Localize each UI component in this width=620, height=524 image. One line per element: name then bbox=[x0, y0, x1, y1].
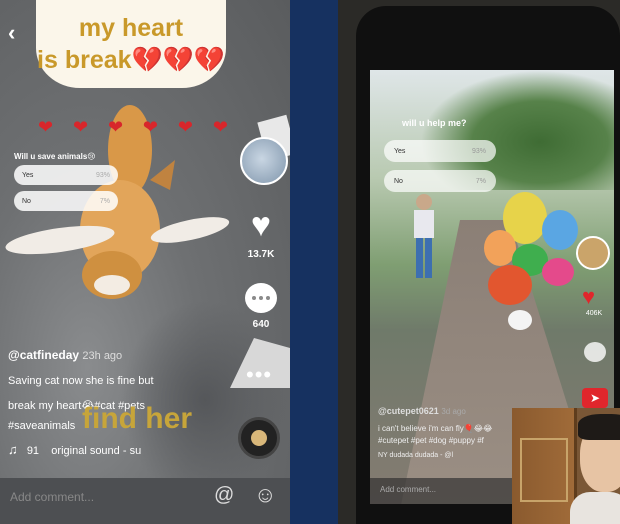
add-comment-input[interactable]: Add comment... bbox=[10, 490, 94, 504]
poll-option-percent: 93% bbox=[471, 147, 486, 155]
poll-option-no[interactable]: No 7% bbox=[14, 191, 118, 211]
like-count: 406K bbox=[585, 310, 603, 317]
music-title: original sound - su bbox=[51, 445, 142, 457]
creator-avatar[interactable] bbox=[240, 137, 288, 185]
like-heart-icon[interactable]: ♥ bbox=[243, 208, 279, 242]
heart-icon: ❤ bbox=[38, 117, 54, 137]
person-hair bbox=[578, 414, 620, 440]
poll-option-label: Yes bbox=[394, 147, 406, 155]
divider bbox=[290, 0, 338, 524]
cabinet-panel bbox=[520, 438, 568, 502]
emoji-icon[interactable]: ☺ bbox=[254, 482, 276, 508]
heart-icon: ❤ bbox=[107, 117, 124, 137]
music-note-icon: ♫ bbox=[8, 442, 18, 457]
music-line[interactable]: ♫ 91 original sound - su bbox=[8, 442, 141, 457]
poll-option-label: No bbox=[22, 197, 31, 205]
poll-option-percent: 7% bbox=[99, 197, 110, 205]
comment-icon[interactable] bbox=[245, 283, 277, 313]
username[interactable]: @catfineday bbox=[8, 348, 79, 362]
person-image bbox=[414, 194, 434, 278]
description-line: i can't believe i'm can fly🎈😂😂 bbox=[378, 424, 493, 433]
poll-option-no[interactable]: No 7% bbox=[384, 170, 496, 192]
poll-question: will u help me? bbox=[402, 118, 467, 128]
username[interactable]: @cutepet0621 bbox=[378, 406, 439, 416]
hearts-sticker: ❤ ❤ ❤ ❤ ❤ ❤ bbox=[38, 117, 228, 138]
username-line[interactable]: @catfineday 23h ago bbox=[8, 348, 122, 362]
poll-option-yes[interactable]: Yes 93% bbox=[384, 140, 496, 162]
back-chevron-icon[interactable]: ‹ bbox=[8, 20, 15, 46]
caption-sticker: my heart is break💔💔💔 bbox=[36, 0, 226, 88]
person-body bbox=[570, 492, 620, 524]
share-icon[interactable]: ➤ bbox=[582, 388, 608, 408]
music-count: 91 bbox=[26, 445, 40, 457]
overlay-text: find her bbox=[82, 402, 192, 435]
mention-at-icon[interactable]: @ bbox=[214, 484, 234, 507]
comment-count: 640 bbox=[252, 319, 270, 330]
left-video-panel: ‹ my heart is break💔💔💔 ❤ ❤ ❤ ❤ ❤ ❤ Will … bbox=[0, 0, 290, 524]
heart-icon: ❤ bbox=[177, 117, 193, 137]
description-line: #cutepet #pet #dog #puppy #f bbox=[378, 436, 484, 445]
ground-shadow bbox=[120, 300, 290, 500]
like-heart-icon[interactable]: ♥ bbox=[582, 284, 595, 310]
heart-icon: ❤ bbox=[212, 117, 228, 137]
poll-option-label: No bbox=[394, 177, 403, 185]
comment-bar[interactable]: Add comment... @ ☺ bbox=[0, 478, 290, 524]
music-line[interactable]: NY dudada dudada - @l bbox=[378, 452, 453, 459]
description-line: Saving cat now she is fine but bbox=[8, 375, 154, 387]
cabinet bbox=[512, 408, 577, 524]
poll-option-percent: 93% bbox=[95, 171, 110, 179]
webcam-overlay bbox=[512, 408, 620, 524]
poll-question: Will u save animals😢 bbox=[14, 152, 96, 161]
more-dots-icon[interactable]: ••• bbox=[246, 362, 272, 388]
poll-sticker: Will u save animals😢 Yes 93% No 7% bbox=[14, 152, 118, 217]
creator-avatar[interactable] bbox=[576, 236, 610, 270]
heart-icon: ❤ bbox=[142, 117, 158, 137]
music-disc-icon[interactable] bbox=[238, 417, 280, 459]
username-line[interactable]: @cutepet0621 3d ago bbox=[378, 406, 466, 416]
poll-sticker: Yes 93% No 7% bbox=[384, 140, 496, 200]
post-time: 23h ago bbox=[82, 350, 123, 362]
poll-option-label: Yes bbox=[22, 171, 34, 179]
add-comment-input[interactable]: Add comment... bbox=[380, 485, 436, 494]
balloons-image bbox=[484, 192, 578, 330]
poll-option-percent: 7% bbox=[475, 177, 486, 185]
like-count: 13.7K bbox=[247, 249, 275, 260]
caption-line: my heart bbox=[78, 14, 184, 42]
heart-icon: ❤ bbox=[72, 117, 89, 137]
post-time: 3d ago bbox=[441, 407, 466, 416]
poll-option-yes[interactable]: Yes 93% bbox=[14, 165, 118, 185]
comment-icon[interactable] bbox=[584, 342, 606, 362]
caption-line: is break💔💔💔 bbox=[37, 46, 225, 74]
description-line: #saveanimals bbox=[8, 420, 76, 432]
